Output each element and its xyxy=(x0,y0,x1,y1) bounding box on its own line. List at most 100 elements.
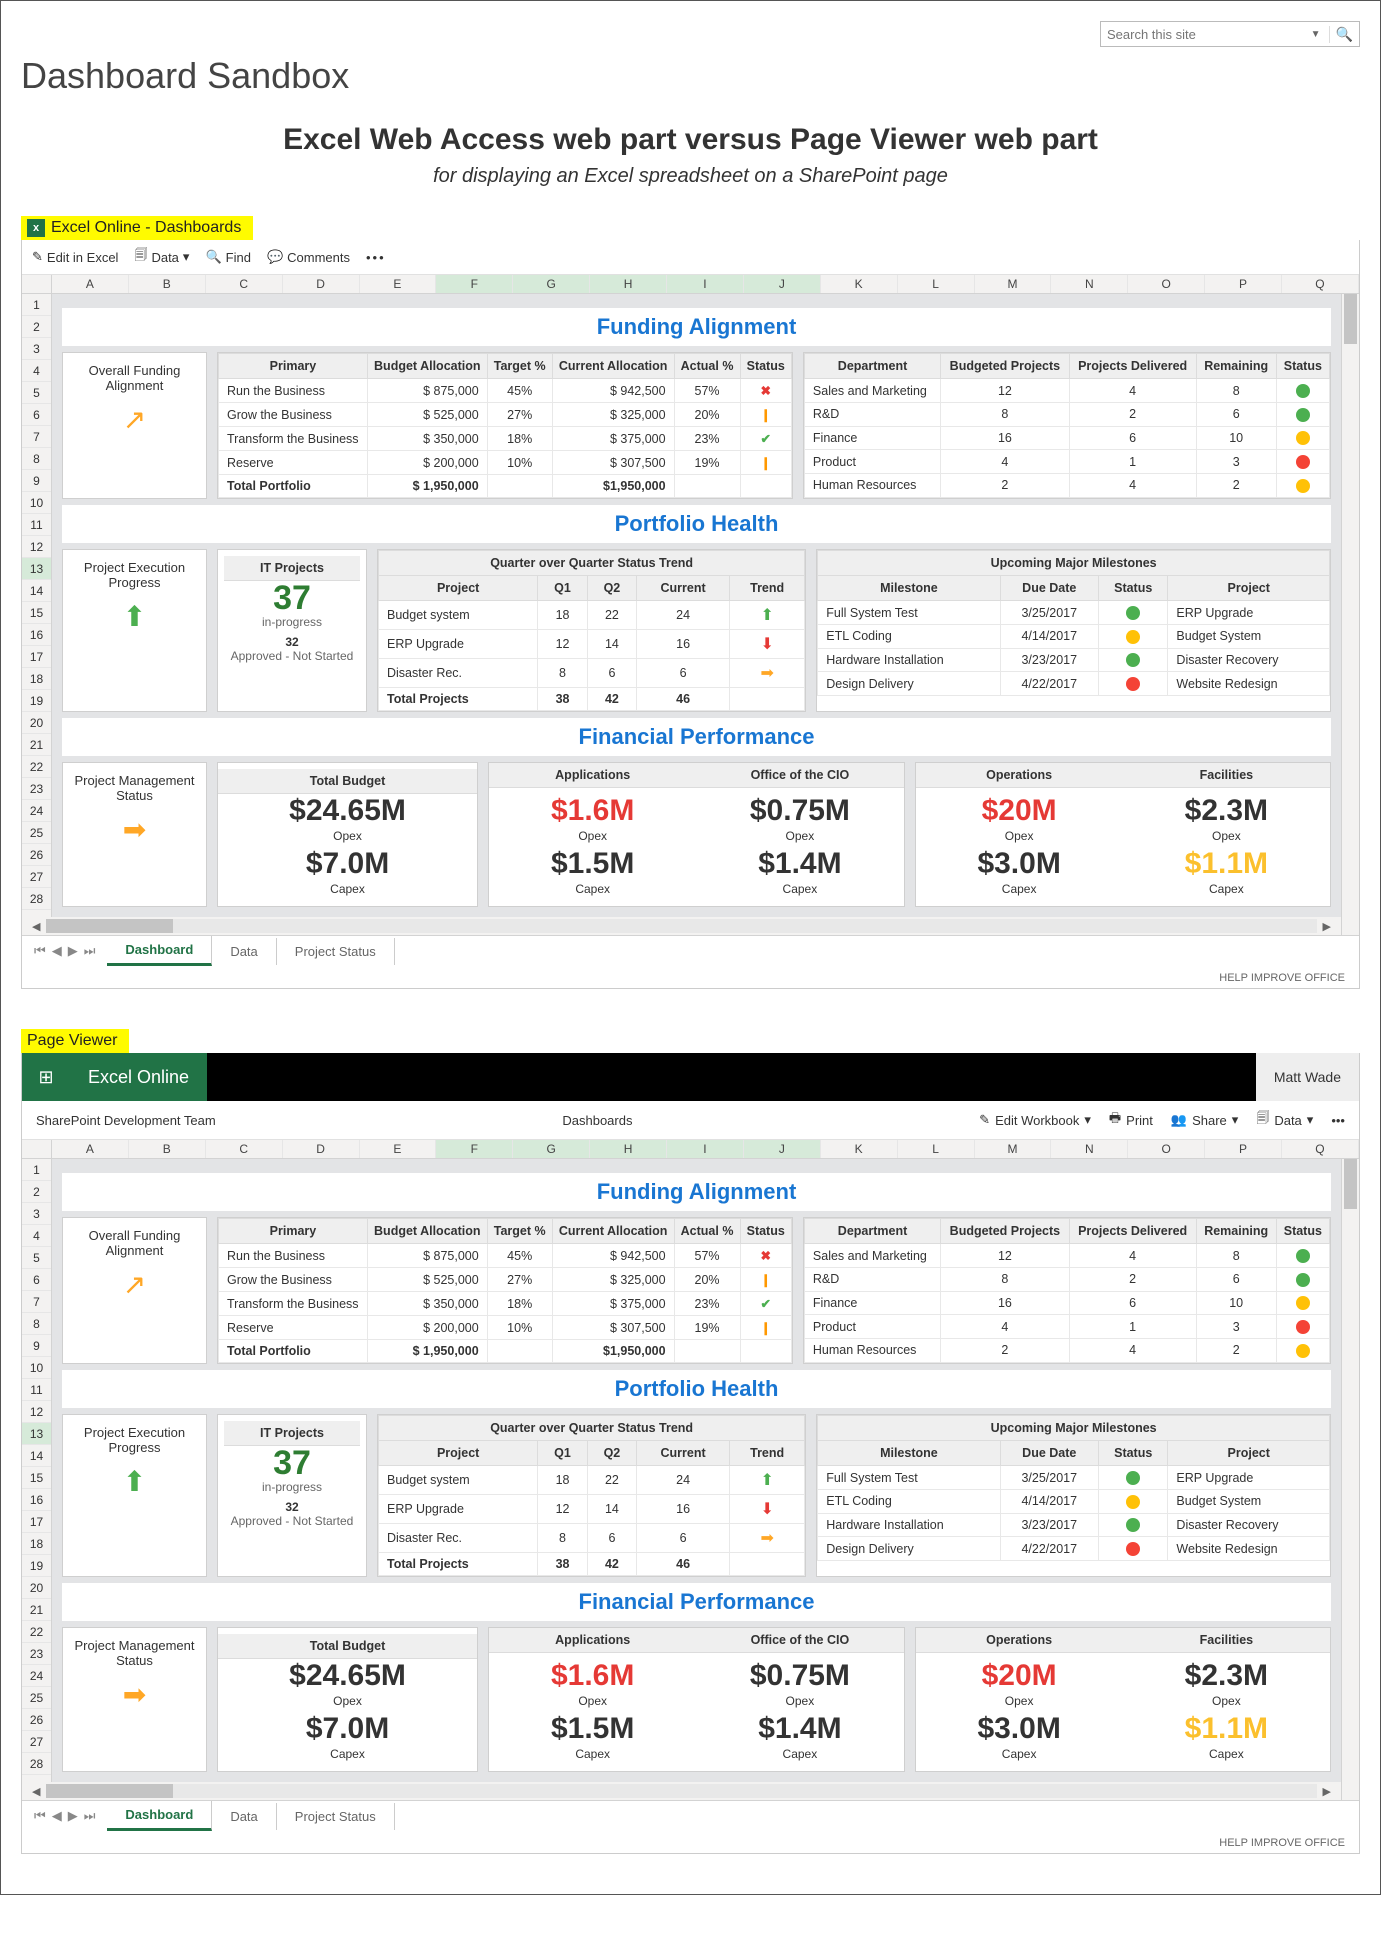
col-header[interactable]: G xyxy=(513,275,590,293)
row-header[interactable]: 28 xyxy=(22,888,51,910)
col-header[interactable]: I xyxy=(667,1140,744,1158)
row-header[interactable]: 4 xyxy=(22,360,51,382)
row-header[interactable]: 13 xyxy=(22,558,51,580)
col-header[interactable]: H xyxy=(590,275,667,293)
share-button[interactable]: 👥 Share ▾ xyxy=(1171,1109,1238,1131)
col-header[interactable]: H xyxy=(590,1140,667,1158)
sheet-tab[interactable]: Dashboard xyxy=(107,936,212,966)
sheet-tab[interactable]: Project Status xyxy=(277,938,395,965)
row-header[interactable]: 1 xyxy=(22,1159,51,1181)
print-button[interactable]: 🖶 Print xyxy=(1109,1109,1153,1131)
col-header[interactable]: O xyxy=(1128,275,1205,293)
row-header[interactable]: 2 xyxy=(22,1181,51,1203)
col-header[interactable]: F xyxy=(436,275,513,293)
row-header[interactable]: 24 xyxy=(22,800,51,822)
col-header[interactable]: J xyxy=(744,275,821,293)
horizontal-scrollbar[interactable]: ◀▶ xyxy=(22,1782,1341,1800)
row-header[interactable]: 11 xyxy=(22,1379,51,1401)
tab-next-icon[interactable]: ▶ xyxy=(68,943,78,959)
row-header[interactable]: 6 xyxy=(22,1269,51,1291)
waffle-icon[interactable]: ⊞ xyxy=(22,1053,70,1101)
row-header[interactable]: 15 xyxy=(22,1467,51,1489)
tab-first-icon[interactable]: ⏮ xyxy=(34,943,46,959)
vertical-scrollbar[interactable] xyxy=(1341,294,1359,935)
data-button[interactable]: 🗐 Data ▾ xyxy=(134,246,189,268)
row-header[interactable]: 16 xyxy=(22,1489,51,1511)
row-header[interactable]: 16 xyxy=(22,624,51,646)
row-header[interactable]: 9 xyxy=(22,1335,51,1357)
row-header[interactable]: 24 xyxy=(22,1665,51,1687)
row-header[interactable]: 23 xyxy=(22,778,51,800)
col-header[interactable]: Q xyxy=(1282,1140,1359,1158)
row-header[interactable]: 10 xyxy=(22,492,51,514)
tab-prev-icon[interactable]: ◀ xyxy=(52,943,62,959)
row-header[interactable]: 17 xyxy=(22,646,51,668)
tab-last-icon[interactable]: ⏭ xyxy=(84,943,96,959)
col-header[interactable]: G xyxy=(513,1140,590,1158)
row-header[interactable]: 14 xyxy=(22,580,51,602)
row-header[interactable]: 25 xyxy=(22,1687,51,1709)
col-header[interactable]: M xyxy=(975,275,1052,293)
row-header[interactable]: 27 xyxy=(22,866,51,888)
row-header[interactable]: 15 xyxy=(22,602,51,624)
search-input[interactable] xyxy=(1107,27,1307,42)
row-header[interactable]: 14 xyxy=(22,1445,51,1467)
row-header[interactable]: 6 xyxy=(22,404,51,426)
row-header[interactable]: 18 xyxy=(22,1533,51,1555)
spreadsheet-canvas[interactable]: Funding Alignment Overall Funding Alignm… xyxy=(52,294,1341,917)
status-bar[interactable]: HELP IMPROVE OFFICE xyxy=(22,1833,1359,1853)
sheet-tab[interactable]: Dashboard xyxy=(107,1801,212,1831)
col-header[interactable]: P xyxy=(1205,1140,1282,1158)
search-icon[interactable]: 🔍 xyxy=(1329,26,1353,43)
row-header[interactable]: 1 xyxy=(22,294,51,316)
col-header[interactable]: L xyxy=(898,275,975,293)
col-header[interactable]: J xyxy=(744,1140,821,1158)
row-header[interactable]: 17 xyxy=(22,1511,51,1533)
tab-last-icon[interactable]: ⏭ xyxy=(84,1808,96,1824)
col-header[interactable]: E xyxy=(360,1140,437,1158)
tab-prev-icon[interactable]: ◀ xyxy=(52,1808,62,1824)
row-header[interactable]: 11 xyxy=(22,514,51,536)
row-header[interactable]: 25 xyxy=(22,822,51,844)
sheet-tab[interactable]: Project Status xyxy=(277,1803,395,1830)
col-header[interactable]: N xyxy=(1051,1140,1128,1158)
sheet-tab[interactable]: Data xyxy=(212,938,276,965)
horizontal-scrollbar[interactable]: ◀▶ xyxy=(22,917,1341,935)
col-header[interactable]: O xyxy=(1128,1140,1205,1158)
row-header[interactable]: 8 xyxy=(22,448,51,470)
more-button[interactable]: ••• xyxy=(366,250,386,265)
row-header[interactable]: 3 xyxy=(22,338,51,360)
row-header[interactable]: 23 xyxy=(22,1643,51,1665)
col-header[interactable]: B xyxy=(129,1140,206,1158)
spreadsheet-canvas[interactable]: Funding Alignment Overall Funding Alignm… xyxy=(52,1159,1341,1782)
row-header[interactable]: 7 xyxy=(22,426,51,448)
row-header[interactable]: 22 xyxy=(22,1621,51,1643)
row-header[interactable]: 7 xyxy=(22,1291,51,1313)
col-header[interactable]: I xyxy=(667,275,744,293)
find-button[interactable]: 🔍 Find xyxy=(205,249,250,265)
col-header[interactable]: A xyxy=(52,275,129,293)
row-header[interactable]: 2 xyxy=(22,316,51,338)
chevron-down-icon[interactable]: ▼ xyxy=(1307,29,1325,40)
row-header[interactable]: 13 xyxy=(22,1423,51,1445)
row-header[interactable]: 3 xyxy=(22,1203,51,1225)
row-header[interactable]: 28 xyxy=(22,1753,51,1775)
row-header[interactable]: 26 xyxy=(22,1709,51,1731)
col-header[interactable]: P xyxy=(1205,275,1282,293)
row-header[interactable]: 12 xyxy=(22,536,51,558)
site-search[interactable]: ▼ 🔍 xyxy=(1100,21,1360,47)
row-header[interactable]: 22 xyxy=(22,756,51,778)
row-header[interactable]: 27 xyxy=(22,1731,51,1753)
row-header[interactable]: 4 xyxy=(22,1225,51,1247)
row-header[interactable]: 20 xyxy=(22,712,51,734)
row-header[interactable]: 19 xyxy=(22,1555,51,1577)
edit-workbook-button[interactable]: ✎ Edit Workbook ▾ xyxy=(979,1109,1091,1131)
col-header[interactable]: C xyxy=(206,1140,283,1158)
col-header[interactable]: C xyxy=(206,275,283,293)
col-header[interactable]: K xyxy=(821,1140,898,1158)
col-header[interactable]: E xyxy=(360,275,437,293)
col-header[interactable]: L xyxy=(898,1140,975,1158)
row-header[interactable]: 8 xyxy=(22,1313,51,1335)
row-header[interactable]: 5 xyxy=(22,1247,51,1269)
col-header[interactable]: K xyxy=(821,275,898,293)
